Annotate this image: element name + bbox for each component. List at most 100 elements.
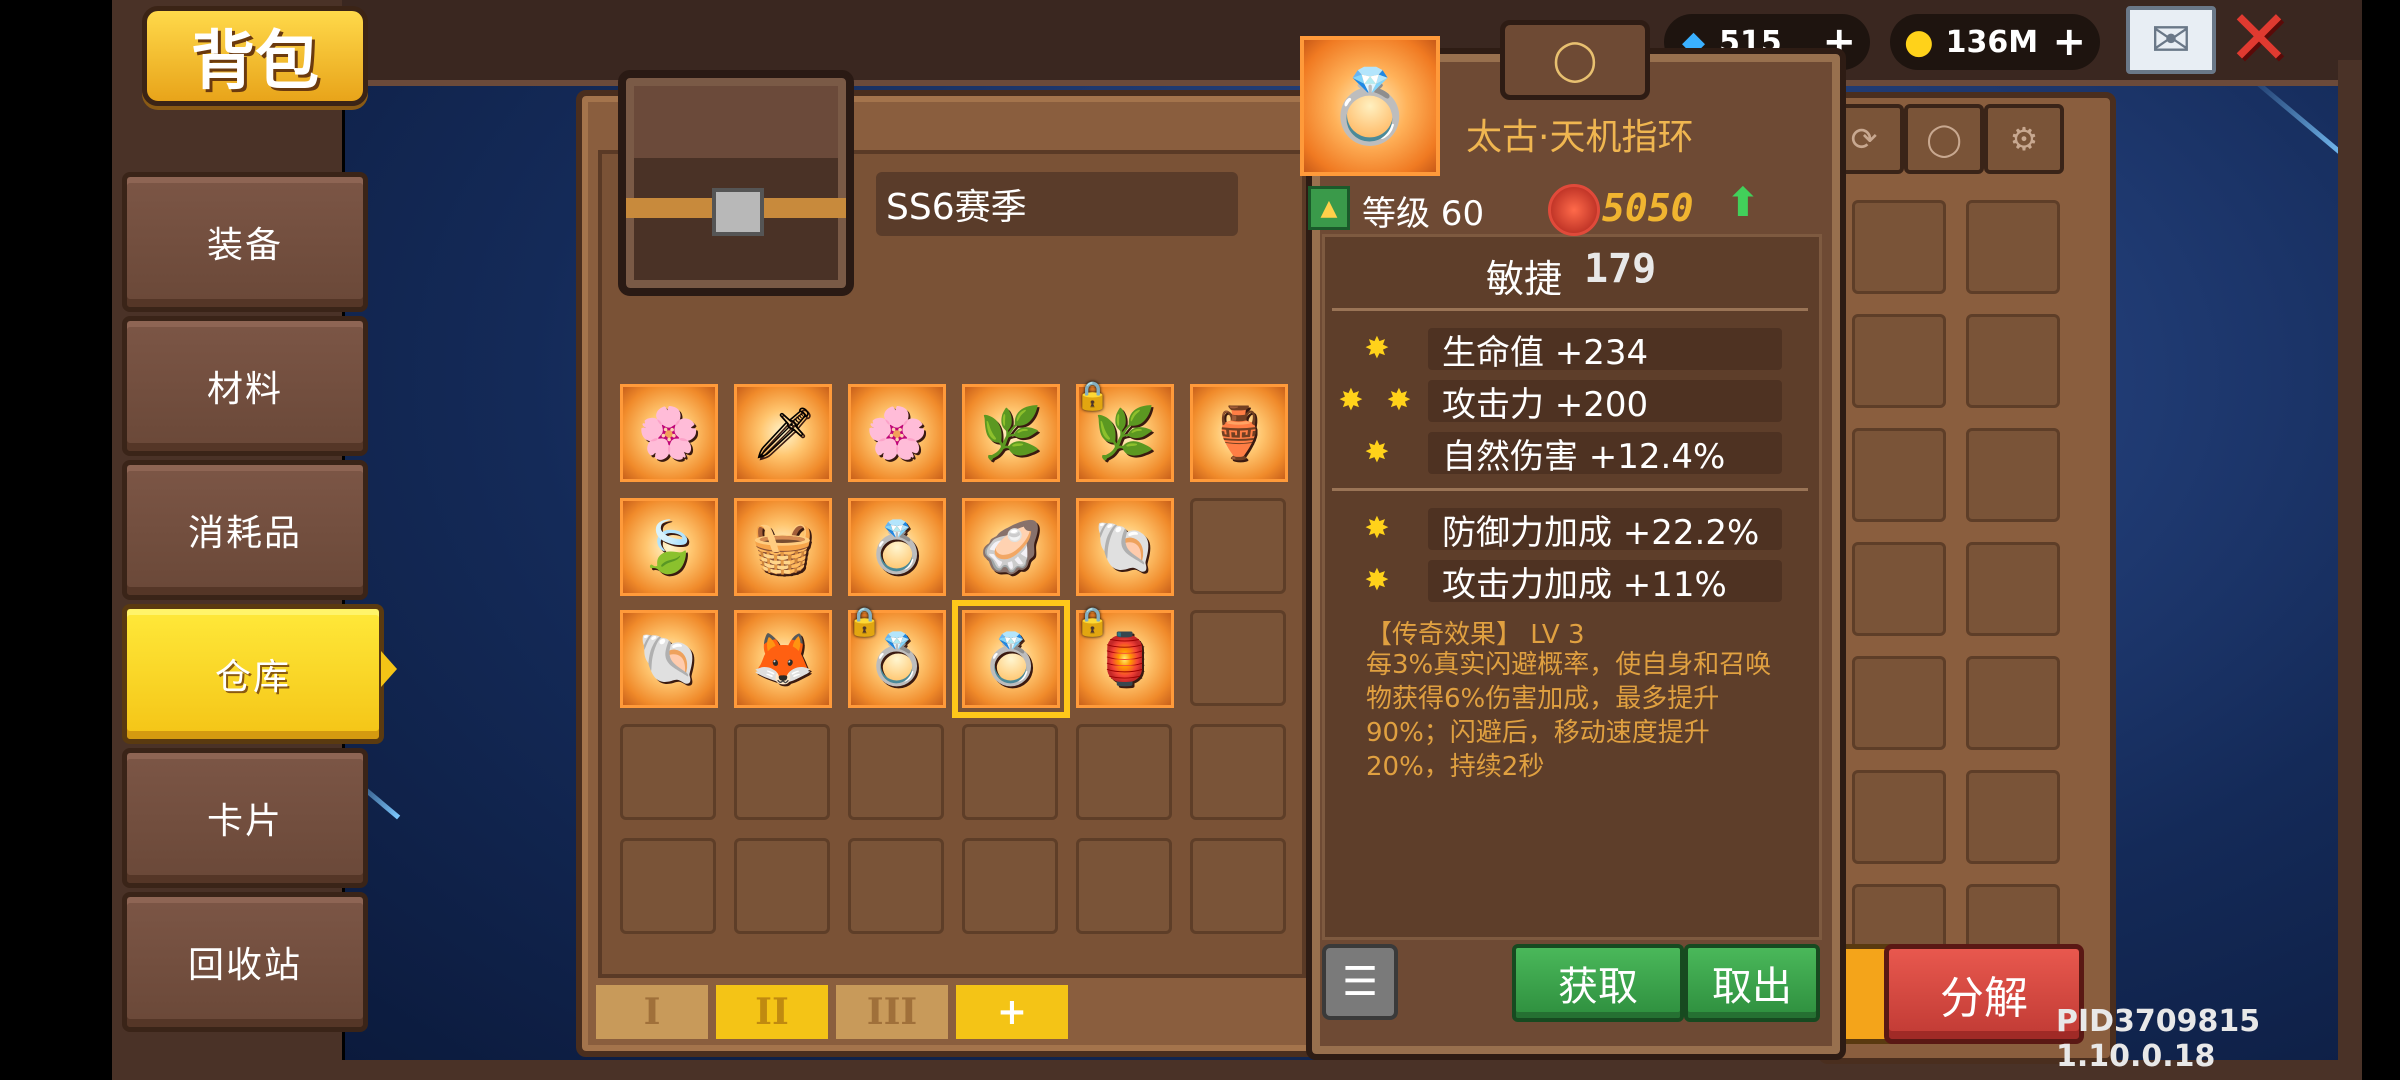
right-frame xyxy=(2338,60,2362,1070)
inventory-item[interactable]: 🌿 🔒 xyxy=(1075,379,1174,482)
equipment-slot[interactable] xyxy=(1852,656,1946,750)
power-icon xyxy=(1548,184,1600,236)
page-title: 背包 xyxy=(142,6,368,106)
inventory-item[interactable]: 🦊 xyxy=(734,610,832,708)
inventory-item[interactable]: 🐚 xyxy=(1076,498,1174,596)
version-label: PID3709815 1.10.0.18 xyxy=(2056,1004,2261,1074)
equipment-slot[interactable] xyxy=(1966,428,2060,522)
inventory-item[interactable]: 🐚 xyxy=(620,610,718,708)
equipment-slot[interactable] xyxy=(1966,770,2060,864)
storage-page-tab-2[interactable]: II xyxy=(716,985,828,1039)
equipment-slot[interactable] xyxy=(1852,200,1946,294)
empty-slot[interactable] xyxy=(1190,724,1286,820)
power-value: 5050 xyxy=(1602,186,1694,230)
item-icon: 🏺 xyxy=(1207,403,1271,462)
star-icon: ✸ xyxy=(1386,383,1412,418)
equipment-slot[interactable] xyxy=(1852,314,1946,408)
tab-equipment[interactable]: 装备 xyxy=(122,172,368,312)
equipment-slot[interactable] xyxy=(1966,542,2060,636)
equipment-slot[interactable] xyxy=(1852,770,1946,864)
stat-row: 防御力加成 +22.2% xyxy=(1428,508,1782,553)
inventory-item[interactable]: 🌸 xyxy=(848,384,946,482)
item-icon: 🧺 xyxy=(751,517,815,576)
tab-recycle-bin[interactable]: 回收站 xyxy=(122,892,368,1032)
mail-icon[interactable]: ✉ xyxy=(2126,6,2216,74)
legendary-effect-description: 每3%真实闪避概率，使自身和召唤物获得6%伤害加成，最多提升90%；闪避后，移动… xyxy=(1366,650,1772,782)
tab-cards[interactable]: 卡片 xyxy=(122,748,368,888)
inventory-item[interactable]: 🍃 xyxy=(620,498,718,596)
equipment-slot[interactable] xyxy=(1966,314,2060,408)
empty-slot[interactable] xyxy=(734,838,830,934)
power-up-arrow-icon: ⬆ xyxy=(1726,180,1760,226)
season-selector[interactable]: SS6赛季 xyxy=(876,172,1238,236)
add-page-button[interactable]: + xyxy=(956,985,1068,1039)
lock-icon: 🔒 xyxy=(1075,379,1110,412)
tab-label: 装备 xyxy=(206,225,283,266)
inventory-item[interactable]: 🏮 🔒 xyxy=(1075,605,1174,708)
equipment-slot[interactable] xyxy=(1852,428,1946,522)
star-icon: ✸ xyxy=(1364,511,1390,546)
lock-icon: 🔒 xyxy=(847,605,882,638)
add-gold-icon[interactable]: + xyxy=(2052,19,2086,65)
decompose-button[interactable]: 分解 xyxy=(1884,944,2084,1044)
empty-slot[interactable] xyxy=(962,838,1058,934)
empty-slot[interactable] xyxy=(734,724,830,820)
empty-slot[interactable] xyxy=(1190,610,1286,706)
empty-slot[interactable] xyxy=(848,838,944,934)
obtain-button[interactable]: 获取 xyxy=(1512,944,1684,1022)
tab-label: 消耗品 xyxy=(187,513,302,554)
inventory-item[interactable]: 💍 xyxy=(952,600,1070,718)
gold-coin-icon: ● xyxy=(1904,22,1934,62)
stat-row: 生命值 +234 xyxy=(1428,328,1782,373)
divider xyxy=(1332,308,1808,311)
chest-icon xyxy=(618,70,854,296)
empty-slot[interactable] xyxy=(620,838,716,934)
equipment-slot[interactable] xyxy=(1852,542,1946,636)
gear-icon[interactable]: ⚙ xyxy=(1984,104,2064,174)
tab-warehouse[interactable]: 仓库 xyxy=(122,604,397,744)
item-icon: 🗡 xyxy=(751,403,815,462)
item-level: 等级 60 xyxy=(1362,194,1485,234)
empty-slot[interactable] xyxy=(848,724,944,820)
gold-counter: ● 136M + xyxy=(1890,14,2100,70)
main-stat-label: 敏捷 xyxy=(1486,257,1563,301)
inventory-item[interactable]: 🌿 xyxy=(962,384,1060,482)
inventory-item[interactable]: 🌸 xyxy=(620,384,718,482)
inventory-item[interactable]: 💍 xyxy=(848,498,946,596)
tab-materials[interactable]: 材料 xyxy=(122,316,368,456)
gold-value: 136M xyxy=(1945,24,2039,60)
equipment-slot[interactable] xyxy=(1966,656,2060,750)
ring-category-icon: ◯ xyxy=(1500,20,1650,100)
empty-slot[interactable] xyxy=(620,724,716,820)
item-icon: 🍃 xyxy=(637,517,701,576)
inventory-item[interactable]: 🧺 xyxy=(734,498,832,596)
item-icon: 💍 xyxy=(865,629,929,688)
main-stat-value: 179 xyxy=(1584,246,1657,292)
empty-slot[interactable] xyxy=(1190,838,1286,934)
star-icon: ✸ xyxy=(1338,383,1364,418)
take-out-button[interactable]: 取出 xyxy=(1684,944,1820,1022)
storage-page-tab-3[interactable]: III xyxy=(836,985,948,1039)
empty-slot[interactable] xyxy=(1190,498,1286,594)
star-icon: ✸ xyxy=(1364,331,1390,366)
empty-slot[interactable] xyxy=(1076,724,1172,820)
empty-slot[interactable] xyxy=(962,724,1058,820)
star-icon: ✸ xyxy=(1364,563,1390,598)
item-icon: 🌸 xyxy=(865,403,929,462)
ring-filter-icon[interactable]: ◯ xyxy=(1904,104,1984,174)
inventory-item[interactable]: 💍 🔒 xyxy=(847,605,946,708)
close-icon[interactable]: ✕ xyxy=(2224,0,2294,82)
inventory-item[interactable]: 🗡 xyxy=(734,384,832,482)
inventory-item[interactable]: 🦪 xyxy=(962,498,1060,596)
equipment-slot[interactable] xyxy=(1966,200,2060,294)
tab-consumables[interactable]: 消耗品 xyxy=(122,460,368,600)
divider xyxy=(1332,488,1808,491)
details-list-icon[interactable]: ☰ xyxy=(1322,944,1398,1020)
empty-slot[interactable] xyxy=(1076,838,1172,934)
inventory-item[interactable]: 🏺 xyxy=(1190,384,1288,482)
item-icon: 🏮 xyxy=(1093,629,1157,688)
stat-row: 自然伤害 +12.4% xyxy=(1428,432,1782,477)
item-icon: 💍 xyxy=(865,517,929,576)
item-icon: 🦪 xyxy=(979,517,1043,576)
storage-page-tab-1[interactable]: I xyxy=(596,985,708,1039)
